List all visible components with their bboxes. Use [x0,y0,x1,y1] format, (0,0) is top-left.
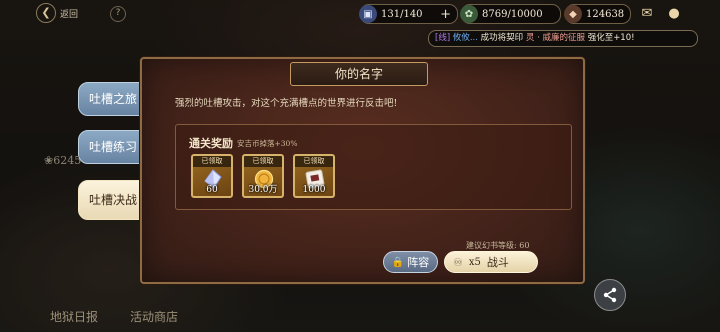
reward-qty: 1000 [302,185,326,195]
claimed-badge: 已领取 [193,156,231,167]
broadcast-marquee: [线] 攸攸... 成功将契印 灵 · 威廉的征服 强化至+10! [428,30,698,47]
stamina-counter: ▣ 131/140 + [359,4,458,24]
reward-item-coin[interactable]: 已领取 30.0万 [242,154,284,198]
flask-icon: ♾ [453,255,463,269]
score-value: 6245 [53,154,82,167]
gem-icon: ◆ [564,5,582,23]
gems-counter: ◆ 124638 [564,4,631,24]
hell-daily-button[interactable]: 地狱日报 [50,308,98,325]
share-icon [603,287,617,303]
back-button[interactable]: ❮ 返回 [36,3,78,23]
claimed-badge: 已领取 [244,156,282,167]
stage-title: 你的名字 [290,62,428,86]
question-icon[interactable]: ? [110,6,126,22]
marquee-prefix: 成功将契印 [480,33,524,43]
map-pin-icon[interactable]: ● [664,5,684,23]
reward-box [175,124,572,210]
battle-button[interactable]: ♾ x5 战斗 [444,251,538,273]
event-shop-button[interactable]: 活动商店 [130,308,178,325]
reward-item-crystal[interactable]: 已领取 60 [191,154,233,198]
reward-qty: 60 [206,185,218,195]
reward-bonus: 安吉币掉落+30% [237,139,298,148]
marquee-suffix: 强化至+10! [587,33,635,43]
tab-showdown[interactable]: 吐槽决战 [78,180,140,220]
coins-counter: ✿ 8769/10000 [460,4,561,24]
tab-practice[interactable]: 吐槽练习 [78,130,140,164]
tab-journey[interactable]: 吐槽之旅 [78,82,140,116]
stage-description: 强烈的吐槽攻击，对这个充满槽点的世界进行反击吧! [175,98,398,109]
stamina-value: 131/140 [381,8,423,20]
leaf-icon: ✿ [460,5,478,23]
marquee-player: 攸攸... [452,33,478,43]
chat-bubble-icon[interactable]: ✉ [637,5,657,23]
reward-item-ticket[interactable]: 已领取 1000 [293,154,335,198]
share-button[interactable] [594,279,626,311]
suggested-level: 建议幻书等级: 60 [466,241,530,250]
reward-title: 通关奖励 [189,137,233,150]
coins-value: 8769/10000 [482,8,543,20]
battle-count: x5 [468,256,481,268]
add-stamina-button[interactable]: + [440,7,451,22]
claimed-badge: 已领取 [295,156,333,167]
background-score: ❀6245 [44,154,81,167]
book-icon: ▣ [359,5,377,23]
marquee-tag: [线] [435,33,451,43]
back-arrow-icon: ❮ [36,3,56,23]
flower-icon: ❀ [44,154,54,167]
reward-qty: 30.0万 [248,185,278,195]
lineup-label: 阵容 [407,256,430,269]
back-label: 返回 [60,9,79,20]
marquee-item: 灵 · 威廉的征服 [525,33,585,43]
lineup-button[interactable]: 🔒 阵容 [383,251,438,273]
lock-icon: 🔒 [391,256,405,268]
gems-value: 124638 [586,8,625,20]
battle-label: 战斗 [486,256,509,269]
